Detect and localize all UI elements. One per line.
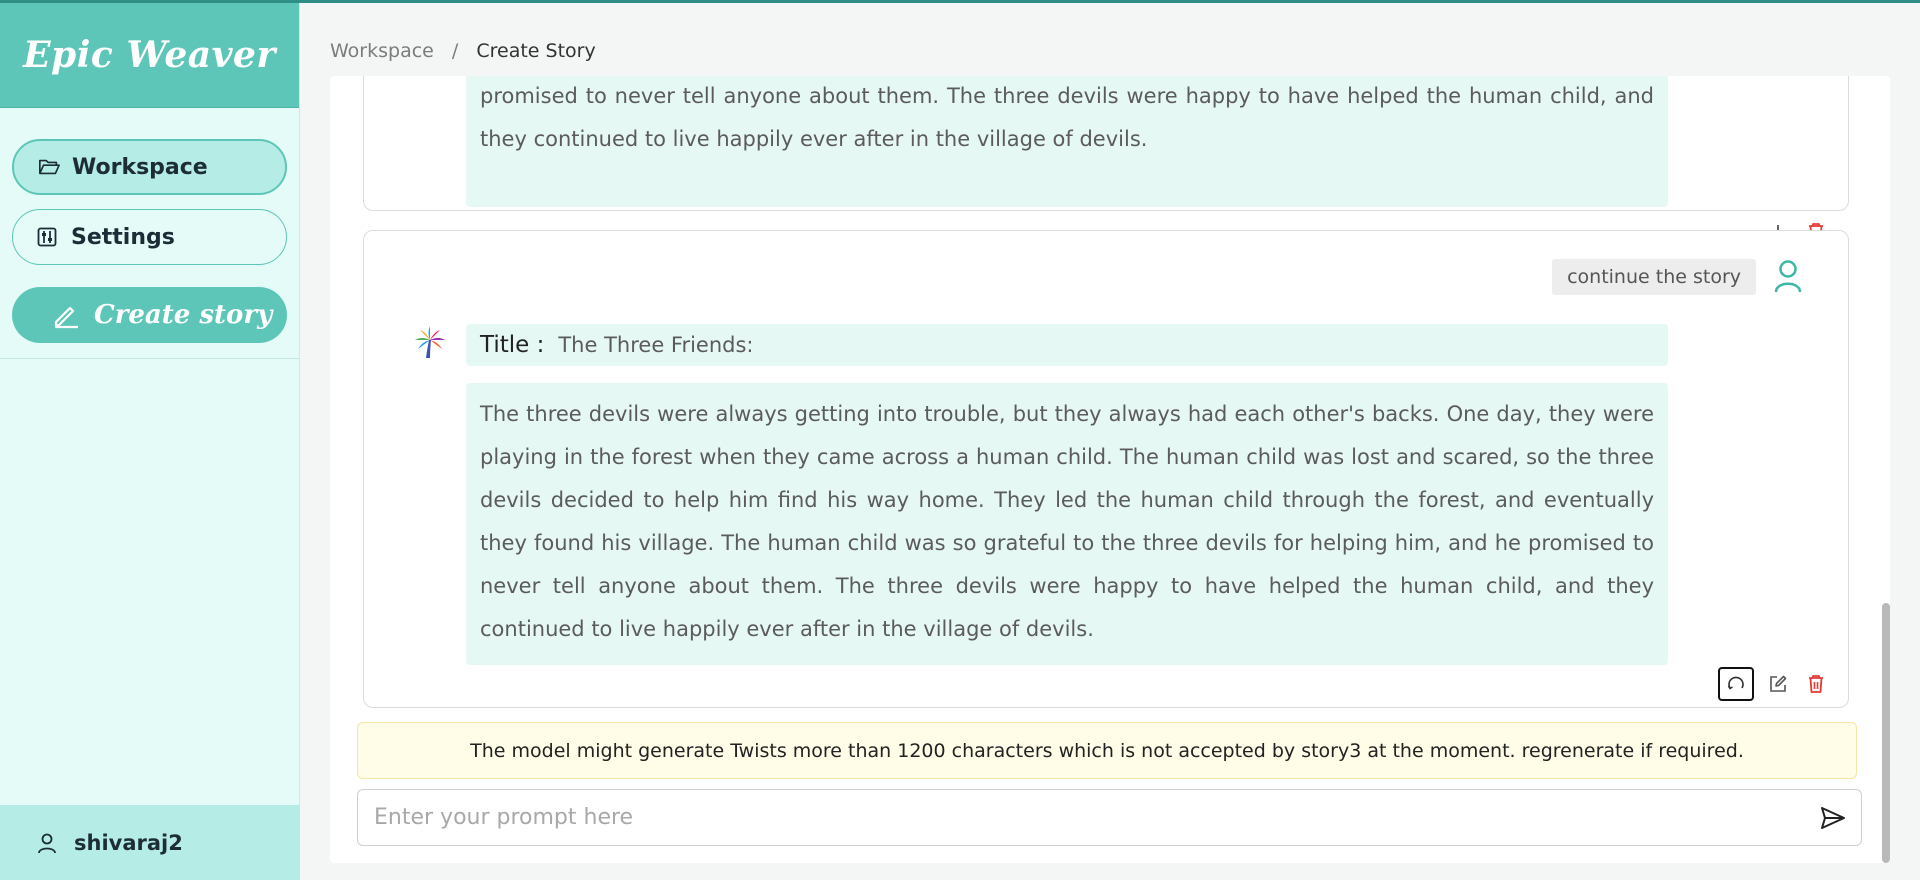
breadcrumb-current: Create Story — [476, 40, 596, 62]
message-card: continue the story Title : The Three Fri… — [363, 230, 1849, 708]
create-story-label: Create story — [94, 300, 273, 330]
sidebar-item-label: Settings — [71, 224, 175, 250]
username: shivaraj2 — [74, 830, 183, 855]
brand-name: Epic Weaver — [23, 34, 276, 76]
user-profile[interactable]: shivaraj2 — [0, 805, 300, 880]
edit-icon — [1768, 674, 1788, 694]
pencil-icon — [52, 301, 80, 329]
scrollbar-thumb[interactable] — [1882, 603, 1890, 863]
sidebar: Epic Weaver Workspace Settings Create st… — [0, 3, 300, 880]
user-avatar-icon — [1773, 259, 1803, 293]
send-button[interactable] — [1805, 790, 1861, 846]
warning-banner: The model might generate Twists more tha… — [357, 722, 1857, 779]
sidebar-item-label: Workspace — [72, 154, 208, 180]
title-label: Title : — [480, 332, 545, 358]
breadcrumb: Workspace / Create Story — [330, 40, 596, 62]
story-title: Title : The Three Friends: — [466, 324, 1668, 366]
palm-tree-icon — [412, 324, 448, 360]
user-icon — [36, 832, 58, 854]
story-text: promised to never tell anyone about them… — [466, 76, 1668, 207]
sidebar-item-workspace[interactable]: Workspace — [12, 139, 287, 195]
chat-panel: promised to never tell anyone about them… — [330, 76, 1890, 863]
prompt-input[interactable] — [358, 805, 1805, 830]
brand-logo[interactable]: Epic Weaver — [0, 3, 299, 108]
user-prompt-bubble: continue the story — [1552, 259, 1756, 295]
trash-icon — [1807, 674, 1825, 694]
edit-button[interactable] — [1764, 670, 1792, 698]
sidebar-item-settings[interactable]: Settings — [12, 209, 287, 265]
prompt-bar — [357, 789, 1862, 846]
sidebar-nav: Workspace Settings Create story — [0, 108, 299, 359]
regenerate-button[interactable] — [1718, 667, 1754, 701]
breadcrumb-root[interactable]: Workspace — [330, 40, 434, 62]
card-actions — [1718, 667, 1830, 701]
title-value: The Three Friends: — [558, 333, 754, 357]
folder-open-icon — [38, 155, 62, 179]
sliders-icon — [37, 225, 61, 249]
refresh-icon — [1727, 675, 1745, 693]
breadcrumb-separator: / — [451, 40, 459, 62]
story-text: The three devils were always getting int… — [466, 383, 1668, 665]
sidebar-divider — [0, 358, 299, 359]
scrollbar[interactable] — [1882, 76, 1890, 863]
create-story-button[interactable]: Create story — [12, 287, 287, 343]
delete-button[interactable] — [1802, 670, 1830, 698]
message-card: promised to never tell anyone about them… — [363, 76, 1849, 241]
send-icon — [1820, 806, 1846, 830]
